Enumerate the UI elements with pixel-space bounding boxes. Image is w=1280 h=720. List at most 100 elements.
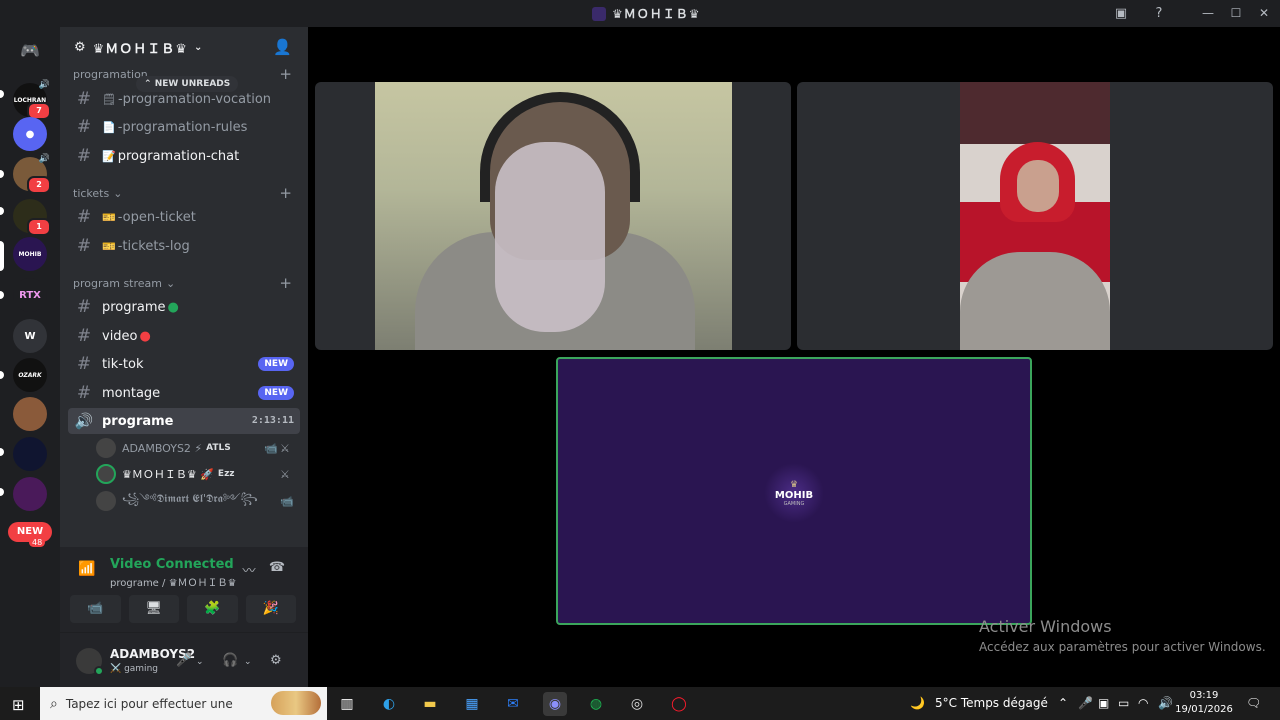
channel-label: programe	[102, 413, 174, 429]
opera-icon[interactable]: ◯	[667, 692, 691, 716]
server-label: OZARK	[18, 371, 42, 379]
discord-taskbar-icon[interactable]: ◉	[543, 692, 567, 716]
webcam-feed-hand	[495, 142, 605, 332]
server-rail: 🎮 LOCHRAN 🔊 7 ● 🔊 2 1 MOHIB RTX W OZARK …	[0, 27, 60, 687]
signal-icon[interactable]: 📶	[78, 561, 95, 577]
chevron-up-icon[interactable]: ⌃	[1058, 696, 1068, 710]
channel-label: -tickets-log	[117, 238, 190, 254]
channel-video[interactable]: # video ●	[68, 323, 300, 349]
category-program-stream[interactable]: program stream ⌄	[73, 277, 175, 290]
channel-tik-tok[interactable]: # tik-tok NEW	[68, 351, 300, 377]
mention-badge: 1	[27, 218, 51, 236]
headphones-icon[interactable]: 🎧	[222, 653, 238, 668]
mail-icon[interactable]: ✉	[501, 692, 525, 716]
voice-user-name: ADAMBOYS2 ⚡	[122, 441, 203, 455]
chevron-down-icon[interactable]: ⌄	[196, 657, 204, 667]
channel-programe[interactable]: # programe ●	[68, 294, 300, 320]
screen-icon[interactable]: ▣	[1098, 696, 1109, 710]
voice-status-title[interactable]: Video Connected	[110, 557, 234, 572]
screen-share-button[interactable]: 🖥	[128, 595, 179, 623]
add-member-icon[interactable]: 👤	[273, 38, 292, 56]
help-icon[interactable]: ?	[1150, 5, 1168, 23]
disconnect-icon[interactable]: ☎	[266, 560, 288, 582]
maximize-button[interactable]: ☐	[1222, 3, 1250, 23]
weather-text[interactable]: 5°C Temps dégagé	[935, 696, 1048, 710]
logo-title: MOHIB	[774, 489, 814, 501]
video-tile-participant[interactable]	[797, 82, 1273, 350]
server-icon[interactable]: W	[13, 319, 47, 353]
server-icon[interactable]	[13, 477, 47, 511]
edge-icon[interactable]: ◐	[377, 692, 401, 716]
inbox-icon[interactable]: ▣	[1112, 5, 1130, 23]
channel-programation-chat[interactable]: # 📝 programation-chat	[68, 143, 300, 169]
watermark-subtitle: Accédez aux paramètres pour activer Wind…	[979, 640, 1266, 654]
channel-programation-rules[interactable]: # 📄 -programation-rules	[68, 114, 300, 140]
store-icon[interactable]: ▦	[460, 692, 484, 716]
channel-tickets-log[interactable]: # 🎫 -tickets-log	[68, 233, 300, 259]
server-icon[interactable]: 1	[13, 199, 51, 236]
chevron-down-icon[interactable]: ⌄	[244, 657, 252, 667]
emoji-icon: 📝	[102, 149, 116, 163]
channel-programation-vocation[interactable]: # 🗒 -programation-vocation	[68, 86, 300, 112]
server-label: W	[24, 330, 36, 342]
hash-icon: #	[76, 146, 92, 166]
task-view-icon[interactable]: ▥	[335, 692, 359, 716]
selected-indicator	[0, 241, 4, 271]
hash-icon: #	[76, 383, 92, 403]
microphone-tray-icon[interactable]: 🎤	[1078, 696, 1093, 710]
guild-tag: ATLS	[206, 443, 231, 453]
server-icon-mohib[interactable]: MOHIB	[13, 237, 47, 271]
video-tile-mohib[interactable]: ♛ MOHIB GAMING	[556, 357, 1032, 625]
category-tickets[interactable]: tickets ⌄	[73, 187, 122, 200]
voice-user[interactable]: ꧁༺𝕯𝖎𝖒𝖆𝖗𝖙 𝕰𝖑'𝕯𝖗𝖆༻꧂ 📹	[96, 489, 296, 513]
file-explorer-icon[interactable]: ▬	[418, 692, 442, 716]
taskbar-clock[interactable]: 03:19 19/01/2026	[1174, 689, 1234, 717]
noise-suppression-icon[interactable]: 〰	[238, 560, 260, 582]
server-icon[interactable]: RTX	[13, 278, 47, 312]
channel-open-ticket[interactable]: # 🎫 -open-ticket	[68, 204, 300, 230]
windows-start-icon[interactable]: ⊞	[12, 696, 25, 714]
server-icon[interactable]: OZARK	[13, 358, 47, 392]
unread-indicator	[0, 170, 4, 178]
wifi-icon[interactable]: ◠	[1138, 696, 1148, 710]
close-button[interactable]: ✕	[1250, 3, 1278, 23]
voice-user[interactable]: ♛ＭＯＨＩＢ♛ 🚀 Ezz ⚔	[96, 462, 296, 486]
settings-gear-icon[interactable]: ⚙	[270, 653, 282, 668]
add-channel-icon[interactable]: +	[279, 274, 292, 292]
avatar	[96, 464, 116, 484]
battery-icon[interactable]: ▭	[1118, 696, 1129, 710]
taskbar-search[interactable]: ⌕ Tapez ici pour effectuer une	[40, 687, 327, 720]
steam-icon[interactable]: ◎	[625, 692, 649, 716]
activities-button[interactable]: 🧩	[187, 595, 238, 623]
discord-home-icon[interactable]: 🎮	[13, 33, 47, 67]
add-channel-icon[interactable]: +	[279, 184, 292, 202]
microphone-icon[interactable]: 🎤	[176, 653, 192, 668]
server-label: ●	[25, 128, 35, 140]
server-icon[interactable]: ●	[13, 117, 47, 151]
video-tile-adamboys2[interactable]	[315, 82, 791, 350]
ticket-icon: 🎫	[102, 210, 116, 224]
volume-icon[interactable]: 🔊	[1158, 696, 1173, 710]
spotify-icon[interactable]: ◍	[584, 692, 608, 716]
channel-label: -programation-rules	[117, 119, 248, 135]
notifications-icon[interactable]: 🗨	[1246, 696, 1261, 710]
guild-header[interactable]: ⚙ ♛ＭＯＨＩＢ♛ ⌄	[60, 27, 308, 67]
minimize-button[interactable]: —	[1194, 3, 1222, 23]
server-icon[interactable]: LOCHRAN 🔊 7	[13, 80, 51, 120]
server-icon[interactable]: 🔊 2	[13, 154, 51, 194]
camera-button[interactable]: 📹	[70, 595, 121, 623]
voice-user[interactable]: ADAMBOYS2 ⚡ ATLS 📹 ⚔	[96, 436, 296, 460]
channel-label: montage	[102, 385, 161, 401]
server-icon[interactable]	[13, 437, 47, 471]
windows-activation-watermark: Activer Windows Accédez aux paramètres p…	[979, 617, 1266, 654]
channel-montage[interactable]: # montage NEW	[68, 380, 300, 406]
chevron-down-icon: ⌄	[193, 41, 204, 53]
add-channel-icon[interactable]: +	[279, 65, 292, 83]
soundboard-button[interactable]: 🎉	[245, 595, 296, 623]
weather-moon-icon: 🌙	[910, 696, 925, 710]
voice-channel-programe[interactable]: 🔊 programe 2:13:11	[68, 408, 300, 434]
server-icon[interactable]	[13, 397, 47, 431]
voice-status-subtitle[interactable]: programe / ♛ＭＯＨＩＢ♛	[110, 574, 237, 589]
new-badge: NEW	[258, 357, 294, 371]
window-title-text: ♛ＭＯＨＩＢ♛	[612, 7, 701, 21]
